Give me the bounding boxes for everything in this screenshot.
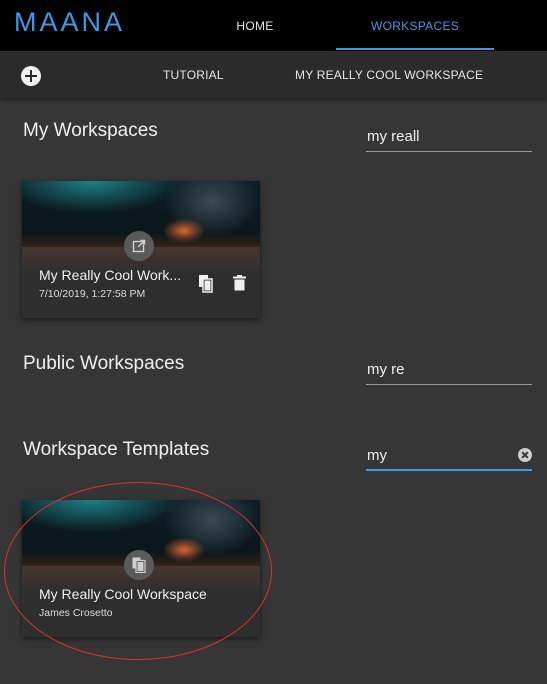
logo-text: MAANA — [14, 8, 125, 34]
nav-home-tab[interactable]: HOME — [216, 0, 294, 51]
clear-search-icon[interactable] — [518, 448, 532, 462]
search-underline-active — [366, 469, 532, 471]
my-workspaces-search-input[interactable] — [366, 122, 532, 150]
workspace-card-title: My Really Cool Work... — [39, 267, 182, 283]
search-underline — [366, 151, 532, 152]
copy-icon[interactable] — [197, 273, 215, 293]
tab-tutorial[interactable]: TUTORIAL — [163, 51, 224, 98]
workspace-templates-search-input[interactable] — [366, 441, 532, 469]
my-workspace-card[interactable]: My Really Cool Work... 7/10/2019, 1:27:5… — [22, 181, 260, 318]
open-external-icon[interactable] — [124, 231, 154, 261]
my-workspaces-search[interactable] — [366, 122, 532, 152]
template-card-author: James Crosetto — [39, 607, 113, 619]
workspace-template-card[interactable]: My Really Cool Workspace James Crosetto — [22, 500, 260, 637]
add-workspace-button[interactable] — [21, 66, 41, 86]
template-card-title: My Really Cool Workspace — [39, 586, 207, 602]
workspace-card-timestamp: 7/10/2019, 1:27:58 PM — [39, 288, 146, 300]
my-workspaces-heading: My Workspaces — [23, 120, 158, 141]
public-workspaces-search-input[interactable] — [366, 355, 532, 383]
public-workspaces-search[interactable] — [366, 355, 532, 385]
workspace-tab-bar: TUTORIAL MY REALLY COOL WORKSPACE — [0, 51, 547, 98]
public-workspaces-heading: Public Workspaces — [23, 353, 185, 374]
workspace-templates-search[interactable] — [366, 441, 532, 471]
top-app-bar: MAANA HOME WORKSPACES — [0, 0, 547, 51]
active-tab-indicator — [336, 48, 494, 50]
delete-icon[interactable] — [230, 273, 248, 293]
tab-my-really-cool-workspace[interactable]: MY REALLY COOL WORKSPACE — [295, 51, 483, 98]
search-underline — [366, 384, 532, 385]
maana-logo[interactable]: MAANA — [14, 8, 142, 34]
nav-workspaces-tab[interactable]: WORKSPACES — [336, 0, 494, 51]
copy-template-icon[interactable] — [124, 550, 154, 580]
workspace-templates-heading: Workspace Templates — [23, 439, 210, 460]
